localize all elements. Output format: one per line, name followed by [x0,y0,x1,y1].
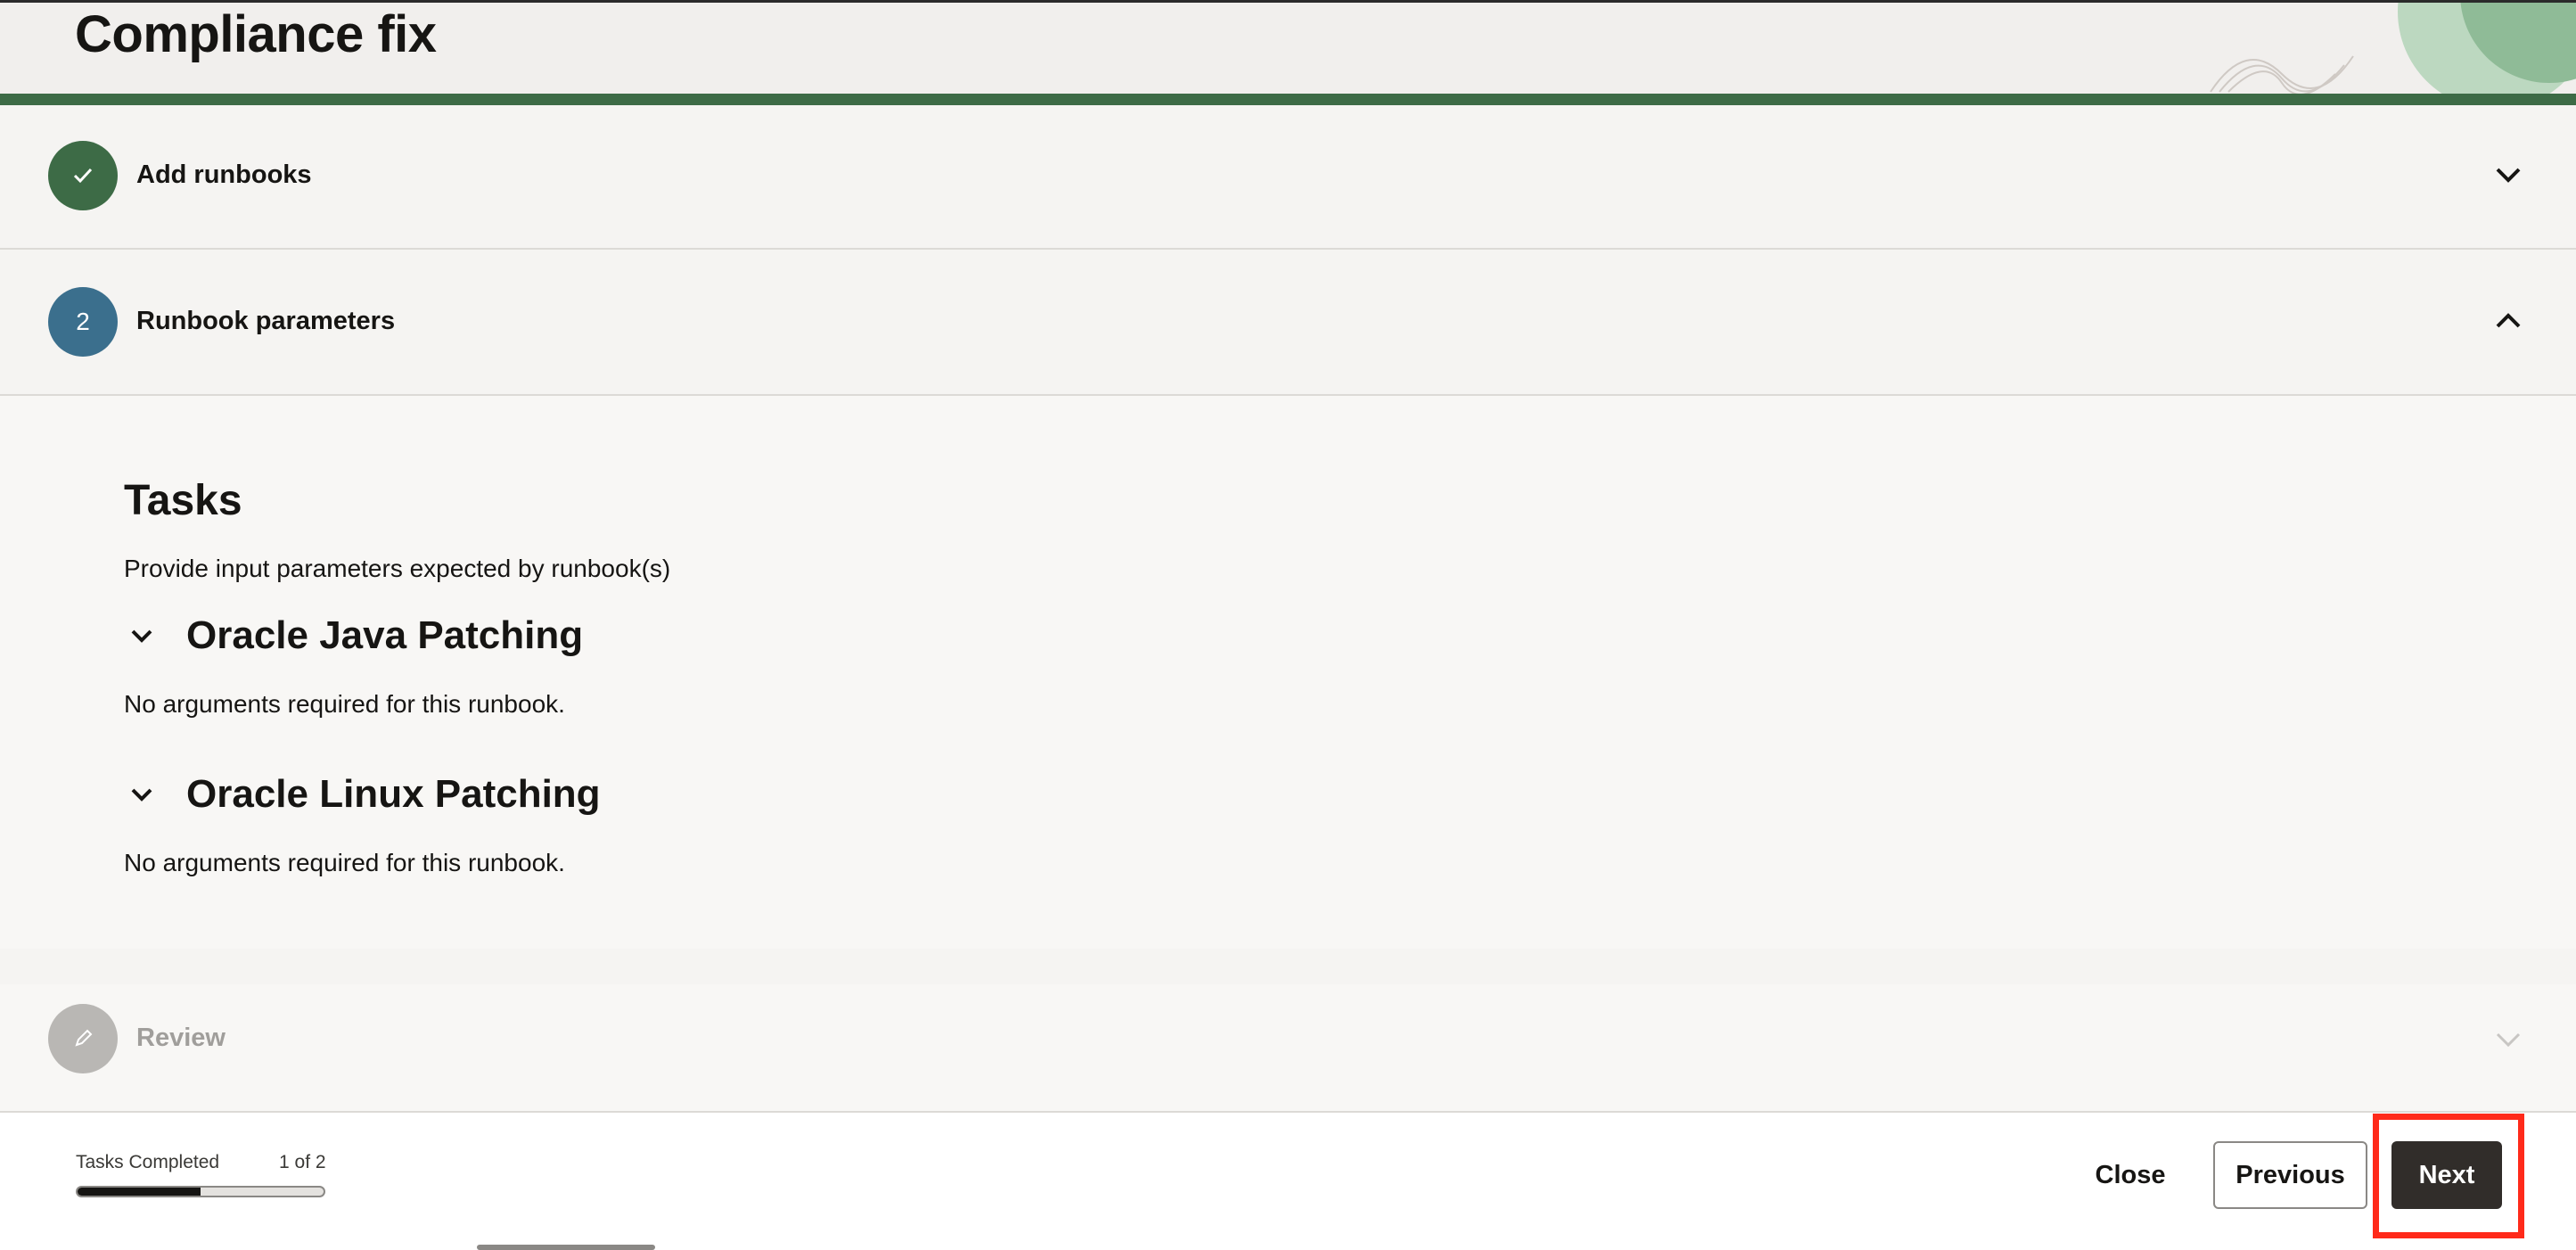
tasks-description: Provide input parameters expected by run… [124,555,671,582]
runbook-section-toggle[interactable]: Oracle Java Patching [124,613,583,658]
tasks-heading: Tasks [124,477,242,524]
step-add-runbooks[interactable]: Add runbooks [0,105,2576,250]
step-label: Runbook parameters [136,307,396,335]
chevron-down-icon [2496,1032,2521,1048]
runbook-section-toggle[interactable]: Oracle Linux Patching [124,772,601,817]
decorative-header-art [2210,3,2576,94]
progress-bar-fill [78,1188,201,1196]
chevron-up-icon[interactable] [2492,305,2524,337]
progress-bar [76,1186,325,1197]
previous-button[interactable]: Previous [2213,1141,2367,1209]
next-button-highlight [2373,1114,2524,1238]
step-label: Review [136,1024,226,1052]
runbook-title: Oracle Java Patching [186,613,584,657]
step-label: Add runbooks [136,160,312,189]
pencil-icon [75,1029,93,1047]
horizontal-scrollbar[interactable] [477,1245,655,1250]
progress-count: 1 of 2 [279,1152,326,1172]
runbook-parameters-panel: Tasks Provide input parameters expected … [0,396,2576,949]
step-number-badge: 2 [48,287,118,357]
wizard-footer: Tasks Completed 1 of 2 Close Previous Ne… [0,1111,2576,1250]
progress-label: Tasks Completed [76,1152,220,1172]
runbook-note: No arguments required for this runbook. [124,690,565,718]
step-review: Review [0,984,2576,1111]
step-completed-badge [48,141,118,210]
runbook-note: No arguments required for this runbook. [124,849,565,876]
runbook-title: Oracle Linux Patching [186,772,601,816]
chevron-down-icon[interactable] [2492,159,2524,191]
chevron-down-icon[interactable] [124,777,160,812]
decorative-header-strip [0,94,2576,105]
page-header: Compliance fix [0,0,2576,105]
step-disabled-badge [48,1004,118,1073]
check-icon [73,168,93,184]
chevron-down-icon[interactable] [124,618,160,654]
page-title: Compliance fix [75,5,437,63]
close-button[interactable]: Close [2077,1141,2184,1209]
step-runbook-parameters[interactable]: 2 Runbook parameters [0,251,2576,396]
